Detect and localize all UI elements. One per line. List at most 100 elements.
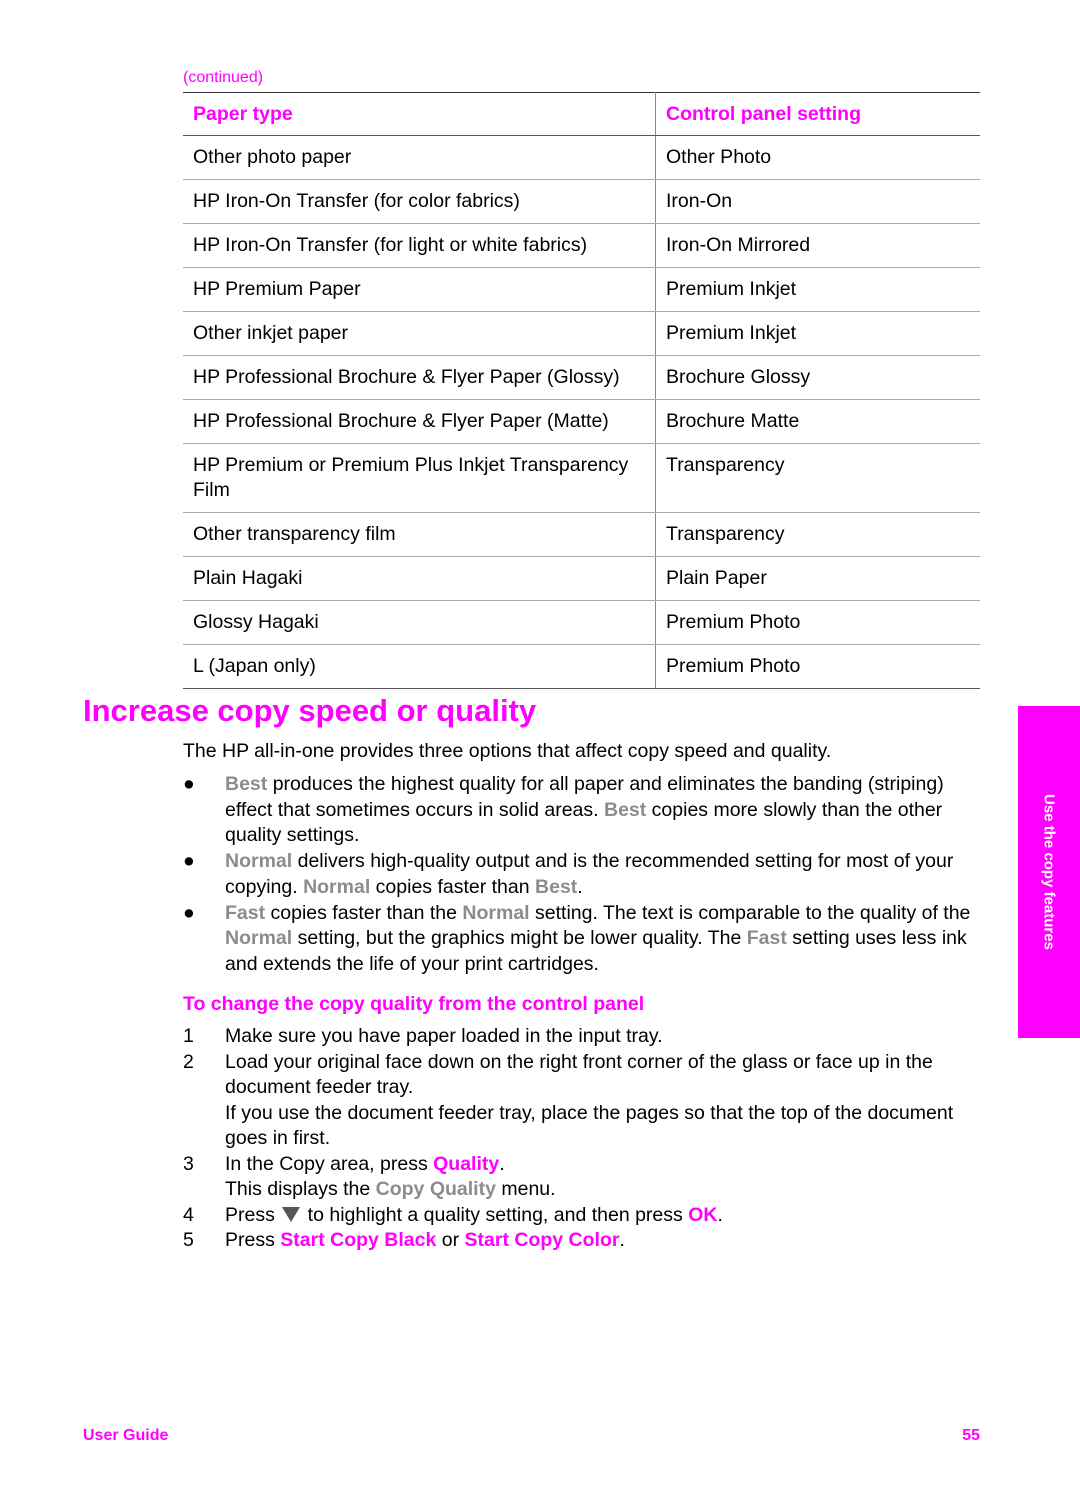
paper-type-cell: Other inkjet paper — [183, 311, 656, 356]
table-row: Other photo paper Other Photo — [183, 135, 980, 180]
table-row: Other transparency film Transparency — [183, 512, 980, 557]
table-row: Glossy Hagaki Premium Photo — [183, 600, 980, 645]
text-run: to highlight a quality setting, and then… — [302, 1203, 689, 1226]
button-name: Start Copy Color — [464, 1229, 620, 1251]
step-paragraph: If you use the document feeder tray, pla… — [225, 1101, 983, 1152]
section-title: Increase copy speed or quality — [83, 693, 537, 728]
paper-type-cell: HP Iron-On Transfer (for light or white … — [183, 223, 656, 268]
footer-page-number: 55 — [962, 1427, 980, 1444]
table-row: L (Japan only) Premium Photo — [183, 644, 980, 689]
text-run: copies faster than the — [265, 901, 463, 924]
list-item: ● Fast copies faster than the Normal sett… — [183, 901, 983, 978]
setting-cell: Premium Inkjet — [655, 267, 980, 312]
step-item: 2 Load your original face down on the rig… — [183, 1050, 983, 1152]
bullet-icon: ● — [183, 901, 195, 924]
bullet-icon: ● — [183, 773, 195, 795]
text-run: copies faster than — [370, 875, 536, 898]
text-run: . — [577, 875, 583, 898]
quality-options-list: ● Best produces the highest quality for a… — [183, 772, 983, 978]
paper-type-cell: Other photo paper — [183, 135, 656, 180]
text-run: . — [499, 1152, 505, 1175]
text-run: Load your original face down on the righ… — [225, 1050, 933, 1099]
ui-term: Fast — [746, 927, 787, 950]
ui-term: Best — [225, 773, 268, 795]
text-run: setting, but the graphics might be lower… — [292, 927, 747, 950]
ui-term: Normal — [225, 927, 293, 950]
step-paragraph: Load your original face down on the righ… — [225, 1050, 983, 1101]
step-number: 5 — [183, 1229, 194, 1251]
header-control-panel-setting: Control panel setting — [655, 92, 980, 136]
button-name: OK — [688, 1203, 718, 1226]
table-row: Plain Hagaki Plain Paper — [183, 556, 980, 601]
step-number: 1 — [183, 1025, 194, 1047]
text-run: Make sure you have paper loaded in the i… — [225, 1025, 663, 1047]
table-row: HP Premium or Premium Plus Inkjet Transp… — [183, 443, 980, 513]
paper-type-cell: HP Premium Paper — [183, 267, 656, 312]
text-run: Press — [225, 1203, 281, 1226]
step-paragraph: This displays the Copy Quality menu. — [225, 1177, 983, 1203]
bullet-icon: ● — [183, 850, 195, 873]
setting-cell: Transparency — [655, 443, 980, 513]
setting-cell: Plain Paper — [655, 556, 980, 601]
step-item: 3 In the Copy area, press Quality. This di… — [183, 1152, 983, 1203]
text-run: menu. — [495, 1178, 556, 1200]
paper-type-cell: HP Premium or Premium Plus Inkjet Transp… — [183, 443, 656, 513]
step-number: 3 — [183, 1152, 194, 1175]
step-paragraph: Make sure you have paper loaded in the i… — [225, 1024, 983, 1050]
procedure-title: To change the copy quality from the cont… — [183, 993, 645, 1015]
text-run: If you use the document feeder tray, pla… — [225, 1101, 954, 1150]
paper-type-cell: HP Professional Brochure & Flyer Paper (… — [183, 399, 656, 444]
paper-type-table: Paper type Control panel setting Other p… — [183, 92, 980, 689]
table-body: Other photo paper Other Photo HP Iron-On T… — [183, 135, 980, 689]
table-row: HP Professional Brochure & Flyer Paper (… — [183, 355, 980, 400]
step-item: 1 Make sure you have paper loaded in the … — [183, 1024, 983, 1050]
step-paragraph: In the Copy area, press Quality. — [225, 1152, 983, 1178]
button-name: Start Copy Black — [280, 1229, 437, 1251]
table-header-row: Paper type Control panel setting — [183, 92, 980, 136]
setting-cell: Transparency — [655, 512, 980, 557]
step-paragraph: Press Start Copy Black or Start Copy Col… — [225, 1228, 983, 1254]
paper-type-cell: HP Iron-On Transfer (for color fabrics) — [183, 179, 656, 224]
ui-term: Normal — [303, 875, 371, 898]
header-paper-type: Paper type — [183, 92, 656, 136]
text-run: . — [619, 1229, 625, 1251]
table-row: HP Premium Paper Premium Inkjet — [183, 267, 980, 312]
setting-cell: Premium Inkjet — [655, 311, 980, 356]
text-run: setting. The text is comparable to the q… — [529, 901, 971, 924]
step-item: 5 Press Start Copy Black or Start Copy Co… — [183, 1228, 983, 1254]
text-run: This displays the — [225, 1178, 376, 1200]
paper-type-cell: L (Japan only) — [183, 644, 656, 689]
text-run: In the Copy area, press — [225, 1152, 434, 1175]
ui-term: Normal — [462, 901, 530, 924]
ui-term: Best — [535, 875, 578, 898]
setting-cell: Brochure Matte — [655, 399, 980, 444]
paper-type-cell: Other transparency film — [183, 512, 656, 557]
side-tab-label: Use the copy features — [1040, 794, 1058, 950]
text-run: or — [436, 1229, 465, 1251]
continued-label: (continued) — [183, 69, 264, 86]
paper-type-cell: HP Professional Brochure & Flyer Paper (… — [183, 355, 656, 400]
setting-cell: Iron-On Mirrored — [655, 223, 980, 268]
setting-cell: Premium Photo — [655, 644, 980, 689]
setting-cell: Brochure Glossy — [655, 355, 980, 400]
table-row: HP Iron-On Transfer (for color fabrics) I… — [183, 179, 980, 224]
setting-cell: Iron-On — [655, 179, 980, 224]
ui-term: Copy Quality — [375, 1178, 496, 1200]
footer-guide-label: User Guide — [83, 1427, 169, 1444]
setting-cell: Other Photo — [655, 135, 980, 180]
step-number: 4 — [183, 1203, 194, 1226]
text-run: . — [717, 1203, 723, 1226]
ui-term: Best — [603, 798, 647, 821]
ui-term: Normal — [225, 850, 293, 873]
chapter-side-tab: Use the copy features — [1018, 706, 1080, 1038]
setting-cell: Premium Photo — [655, 600, 980, 645]
list-item: ● Normal delivers high-quality output and… — [183, 849, 983, 900]
step-paragraph: Press to highlight a quality setting, an… — [225, 1203, 983, 1229]
ui-term: Fast — [225, 901, 266, 924]
list-item: ● Best produces the highest quality for a… — [183, 772, 983, 849]
step-item: 4 Press to highlight a quality setting, a… — [183, 1203, 983, 1229]
table-row: Other inkjet paper Premium Inkjet — [183, 311, 980, 356]
table-row: HP Iron-On Transfer (for light or white … — [183, 223, 980, 268]
section-intro: The HP all-in-one provides three options… — [183, 740, 832, 762]
down-arrow-icon — [282, 1206, 301, 1222]
